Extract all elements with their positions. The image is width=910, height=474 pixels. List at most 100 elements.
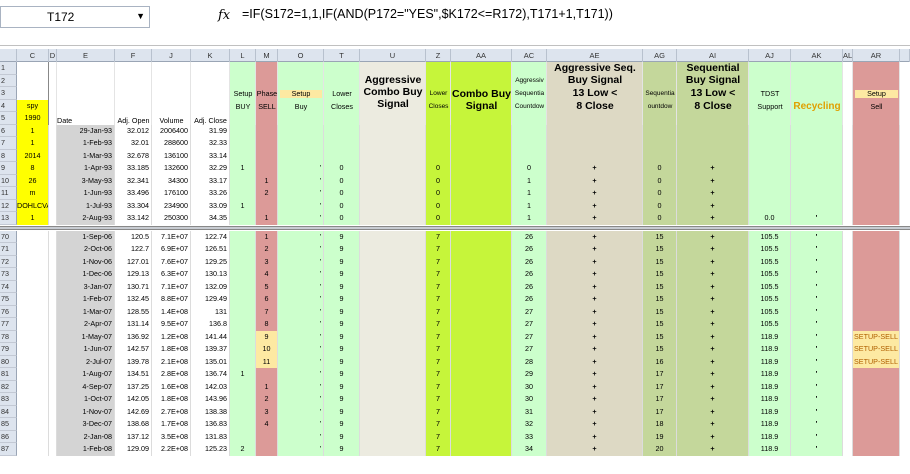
cell-aj[interactable]: 105.5 [749, 305, 791, 318]
cell-l[interactable] [230, 330, 256, 343]
cell-j[interactable]: 2.2E+08 [152, 443, 191, 456]
cell-m[interactable]: 2 [256, 187, 278, 200]
cell-ai[interactable]: + [677, 330, 749, 343]
cell-t[interactable]: 9 [324, 405, 360, 418]
cell-aj[interactable]: 105.5 [749, 318, 791, 331]
cell-aa[interactable] [451, 149, 512, 162]
row-header[interactable]: 78 [0, 330, 17, 343]
cell-d[interactable] [49, 137, 57, 150]
cell-f[interactable]: 130.71 [115, 280, 152, 293]
cell-j[interactable]: 7.6E+07 [152, 255, 191, 268]
cell-k[interactable]: 139.37 [191, 343, 230, 356]
cell-m[interactable] [256, 112, 278, 125]
row-header[interactable]: 84 [0, 405, 17, 418]
cell-o[interactable]: ' [278, 393, 324, 406]
cell-l[interactable] [230, 380, 256, 393]
cell-d[interactable] [49, 230, 57, 243]
column-header-k[interactable]: K [191, 49, 230, 62]
cell-ae[interactable]: + [547, 368, 643, 381]
cell-ag[interactable] [643, 137, 677, 150]
cell-d[interactable] [49, 343, 57, 356]
cell-k[interactable]: 132.09 [191, 280, 230, 293]
cell-ag[interactable]: 15 [643, 318, 677, 331]
cell-m[interactable]: 9 [256, 330, 278, 343]
cell-z[interactable]: 0 [426, 162, 451, 175]
cell-m[interactable]: 4 [256, 418, 278, 431]
cell-u[interactable] [360, 280, 426, 293]
cell-ae[interactable]: + [547, 343, 643, 356]
cell-j[interactable]: 250300 [152, 212, 191, 225]
cell-al[interactable] [843, 137, 853, 150]
cell-c[interactable]: 1 [17, 212, 49, 225]
cell-k[interactable]: 143.96 [191, 393, 230, 406]
cell-ac[interactable]: 27 [512, 343, 547, 356]
cell-ac[interactable]: 30 [512, 380, 547, 393]
column-header-ac[interactable]: AC [512, 49, 547, 62]
cell-o[interactable]: ' [278, 405, 324, 418]
cell-u[interactable] [360, 430, 426, 443]
cell-j[interactable]: 2.8E+08 [152, 368, 191, 381]
cell-aa[interactable] [451, 187, 512, 200]
cell-ar[interactable] [853, 280, 900, 293]
cell-f[interactable]: 122.7 [115, 243, 152, 256]
cell-o[interactable]: ' [278, 255, 324, 268]
column-header-f[interactable]: F [115, 49, 152, 62]
cell-ag[interactable]: 15 [643, 343, 677, 356]
cell-e[interactable]: 3-Jan-07 [57, 280, 115, 293]
row-header[interactable]: 80 [0, 355, 17, 368]
cell-k[interactable]: 126.51 [191, 243, 230, 256]
cell-al[interactable] [843, 74, 853, 87]
cell-aa[interactable] [451, 124, 512, 137]
cell-u[interactable] [360, 124, 426, 137]
cell-l[interactable] [230, 343, 256, 356]
cell-d[interactable] [49, 162, 57, 175]
cell-z[interactable] [426, 74, 451, 87]
cell-ac[interactable]: 30 [512, 393, 547, 406]
cell-e[interactable]: 2-Oct-06 [57, 243, 115, 256]
cell-m[interactable]: 7 [256, 305, 278, 318]
cell-c[interactable] [17, 418, 49, 431]
cell-ag[interactable]: 0 [643, 187, 677, 200]
cell-m[interactable] [256, 124, 278, 137]
row-header[interactable]: 6 [0, 124, 17, 137]
cell-c[interactable] [17, 255, 49, 268]
cell-ae[interactable]: + [547, 212, 643, 225]
cell-al[interactable] [843, 243, 853, 256]
cell-ak[interactable]: ' [791, 255, 843, 268]
cell-j[interactable]: 2006400 [152, 124, 191, 137]
cell-aa[interactable] [451, 112, 512, 125]
cell-ar[interactable] [853, 430, 900, 443]
cell-m[interactable] [256, 443, 278, 456]
cell-m[interactable]: 8 [256, 318, 278, 331]
cell-ac[interactable]: 0 [512, 162, 547, 175]
cell-ae[interactable]: + [547, 305, 643, 318]
cell-z[interactable]: 0 [426, 174, 451, 187]
cell-ae[interactable]: + [547, 174, 643, 187]
cell-ag[interactable]: 15 [643, 280, 677, 293]
cell-l[interactable] [230, 74, 256, 87]
column-header-m[interactable]: M [256, 49, 278, 62]
cell-m[interactable]: 11 [256, 355, 278, 368]
cell-t[interactable]: 9 [324, 368, 360, 381]
cell-al[interactable] [843, 62, 853, 75]
cell-e[interactable]: 1-Mar-93 [57, 149, 115, 162]
cell-d[interactable] [49, 443, 57, 456]
cell-t[interactable]: 9 [324, 443, 360, 456]
cell-c[interactable]: 26 [17, 174, 49, 187]
row-header[interactable]: 75 [0, 293, 17, 306]
cell-ak[interactable]: ' [791, 280, 843, 293]
row-header[interactable]: 74 [0, 280, 17, 293]
cell-o[interactable]: ' [278, 280, 324, 293]
cell-o[interactable]: ' [278, 443, 324, 456]
cell-aj[interactable]: 118.9 [749, 430, 791, 443]
cell-ak[interactable]: ' [791, 268, 843, 281]
cell-e[interactable]: 3-Dec-07 [57, 418, 115, 431]
cell-o[interactable]: ' [278, 368, 324, 381]
cell-aa[interactable] [451, 174, 512, 187]
cell-al[interactable] [843, 124, 853, 137]
cell-l[interactable]: 1 [230, 162, 256, 175]
cell-o[interactable]: ' [278, 243, 324, 256]
cell-f[interactable]: 33.304 [115, 199, 152, 212]
column-header-ak[interactable]: AK [791, 49, 843, 62]
cell-t[interactable]: 9 [324, 318, 360, 331]
